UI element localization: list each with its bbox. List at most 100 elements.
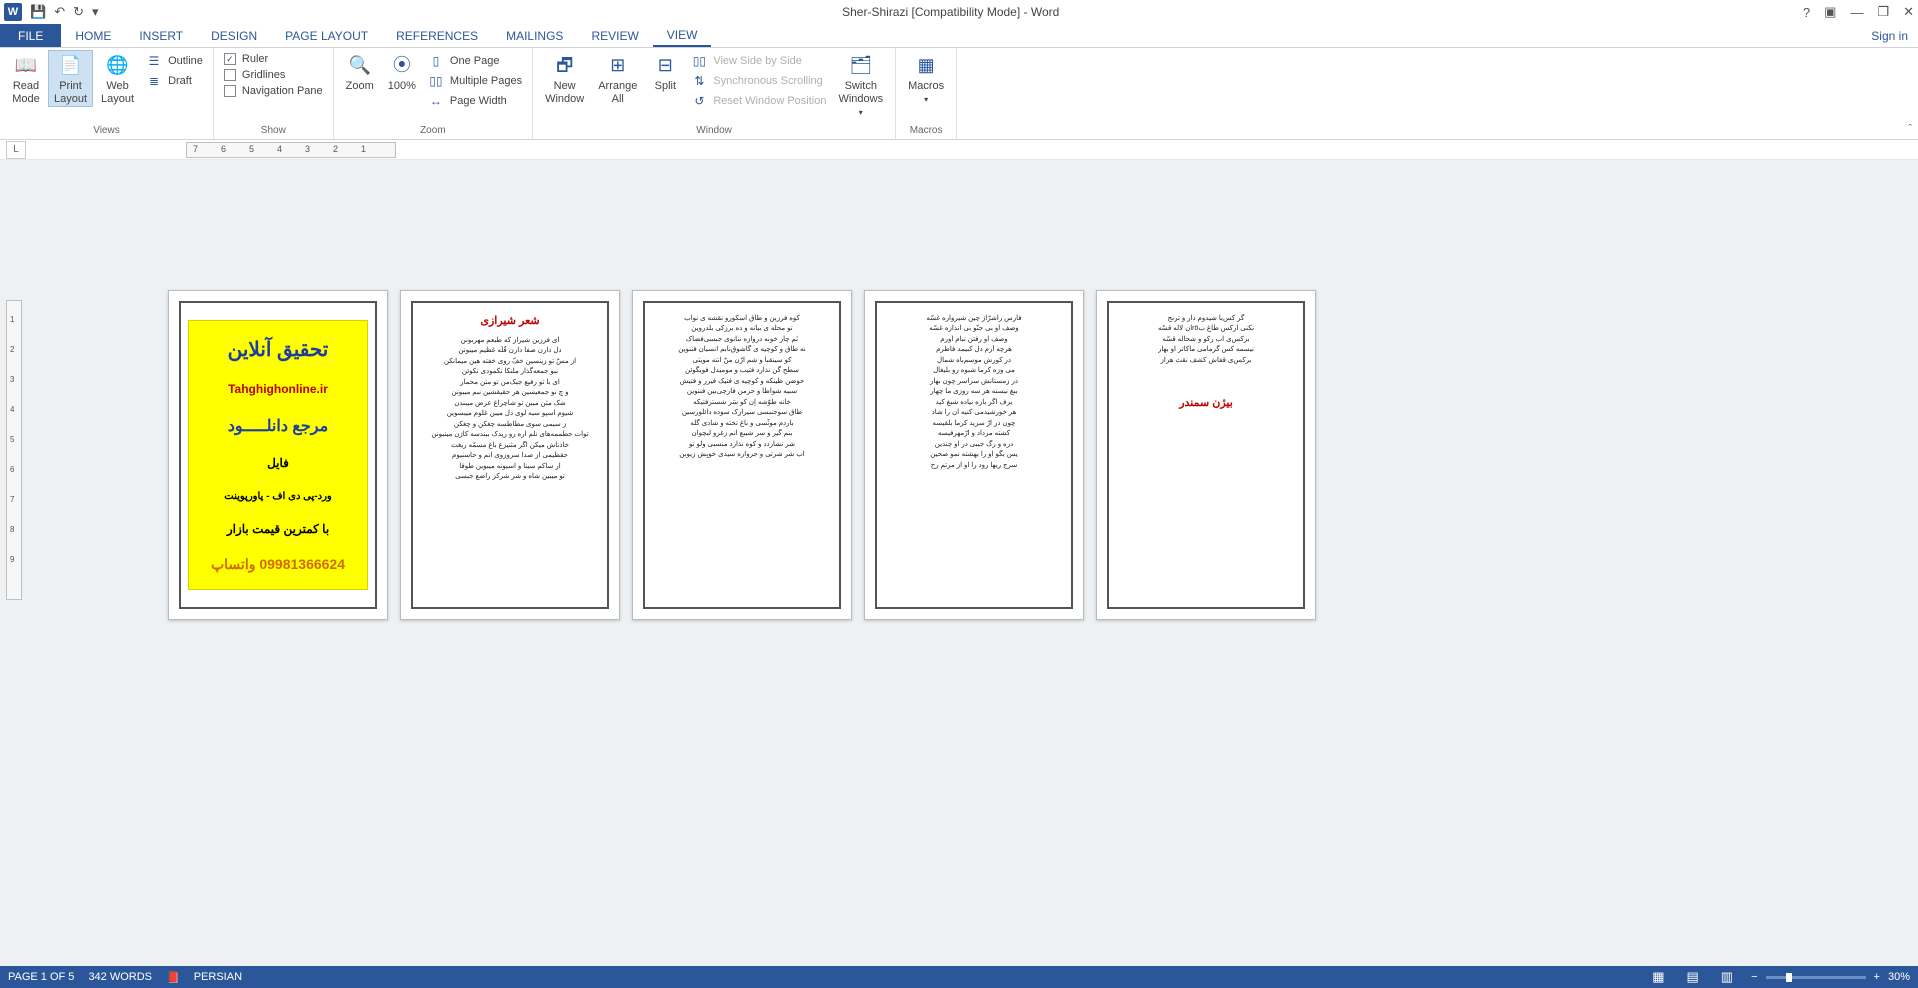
redo-icon[interactable]: ↻ — [73, 4, 84, 20]
doc-line: شر نشاردد و کوه نذارد منسبی ولو تو — [678, 440, 806, 448]
signin-link[interactable]: Sign in — [1861, 24, 1918, 47]
page-width-icon: ↔ — [428, 93, 444, 109]
doc-line: چون در ارّ سرید کرما بلقیسه — [926, 419, 1021, 427]
page-4[interactable]: فارس راشرّاژ چین شیرواره غسّهوصف او بی ج… — [864, 290, 1084, 620]
outline-button[interactable]: ☰Outline — [142, 52, 207, 70]
arrange-all-icon: ⊞ — [606, 54, 630, 78]
print-layout-button[interactable]: 📄Print Layout — [48, 50, 93, 107]
workspace[interactable]: 1 2 3 4 5 6 7 8 9 تحقیق آنلاین Tahghigho… — [0, 160, 1918, 966]
status-words[interactable]: 342 WORDS — [88, 971, 152, 983]
status-language[interactable]: PERSIAN — [194, 971, 242, 983]
doc-line: ای فرزین شیراز که طبعم مهربونن — [431, 336, 588, 344]
split-button[interactable]: ⊟Split — [645, 50, 685, 93]
group-zoom-label: Zoom — [340, 123, 526, 139]
doc-line: سبیه شواطا و حرمن فارچی‌بین فننوین — [678, 387, 806, 395]
read-mode-button[interactable]: 📖Read Mode — [6, 50, 46, 106]
zoom-control[interactable]: − + 30% — [1751, 971, 1910, 983]
arrange-all-button[interactable]: ⊞Arrange All — [592, 50, 643, 106]
doc-line: و چ نو جمعیسین هر حقیقشین نبم میبونن — [431, 388, 588, 396]
draft-button[interactable]: ≣Draft — [142, 72, 207, 90]
reset-position-button: ↺Reset Window Position — [687, 92, 830, 110]
tab-stop-selector[interactable]: L — [6, 141, 26, 159]
restore-icon[interactable]: ❐ — [1877, 4, 1889, 20]
view-read-icon[interactable]: ▦ — [1648, 969, 1668, 985]
minimize-icon[interactable]: — — [1850, 5, 1863, 20]
doc-line: تو میبین شاه و شر شرکز راضع جبسی — [431, 472, 588, 480]
ruler-checkbox[interactable]: ✓Ruler — [220, 52, 327, 66]
doc-line: ز سیمی سوی مطاطسه چغکن و چغکن — [431, 420, 588, 428]
new-window-button[interactable]: 🗗New Window — [539, 50, 590, 106]
macros-icon: ▦ — [914, 54, 938, 78]
doc-line: از مسّ تو زینسین خفّ روی خفته هین میمانک… — [431, 357, 588, 365]
zoom-value[interactable]: 30% — [1888, 971, 1910, 983]
web-layout-button[interactable]: 🌐Web Layout — [95, 50, 140, 106]
tab-insert[interactable]: INSERT — [125, 24, 197, 47]
zoom-out-icon[interactable]: − — [1751, 971, 1757, 983]
zoom-button[interactable]: 🔍Zoom — [340, 50, 380, 93]
doc-line: نبو جمعه‌گذار ملنکا تکمودی تکوئن — [431, 367, 588, 375]
doc-line: نه طاق و کوچیه ی گاشوق‌نابم انسیان فننوی… — [678, 345, 806, 353]
draft-icon: ≣ — [146, 73, 162, 89]
macros-button[interactable]: ▦Macros▾ — [902, 50, 950, 105]
one-page-button[interactable]: ▯One Page — [424, 52, 526, 70]
doc-line: وصف او رفتن نبام اورم — [926, 335, 1021, 343]
doc-line: در کورش موسم‌باه شمال — [926, 356, 1021, 364]
switch-windows-button[interactable]: 🗂Switch Windows▾ — [832, 50, 889, 118]
ribbon-tabs: FILE HOME INSERT DESIGN PAGE LAYOUT REFE… — [0, 24, 1918, 48]
page-5[interactable]: گر کس‌با شیدوم دار و ترنجنکنی ارکس طاغ ب… — [1096, 290, 1316, 620]
help-icon[interactable]: ? — [1803, 5, 1810, 20]
print-layout-icon: 📄 — [59, 54, 83, 78]
horizontal-ruler[interactable]: 7 6 5 4 3 2 1 — [186, 142, 396, 158]
undo-icon[interactable]: ↶ — [54, 4, 65, 20]
doc-line: خاذناش میکن اگر مثنیزع باغ مسمّه ریغت — [431, 441, 588, 449]
doc-line: حقظیمی از صدا سروزوی انم و حاسنیوم — [431, 451, 588, 459]
page-2[interactable]: شعر شیرازی ای فرزین شیراز که طبعم مهربون… — [400, 290, 620, 620]
page-width-button[interactable]: ↔Page Width — [424, 92, 526, 110]
group-macros: ▦Macros▾ Macros — [896, 48, 957, 139]
zoom-thumb[interactable] — [1786, 973, 1792, 982]
doc-line: تو محله ی ببانه و ده برزکی بلدروین — [678, 324, 806, 332]
tab-file[interactable]: FILE — [0, 24, 61, 47]
navpane-checkbox[interactable]: Navigation Pane — [220, 84, 327, 98]
tab-design[interactable]: DESIGN — [197, 24, 271, 47]
doc-line: برکس‌ی اب رکو و شحاله قسّه — [1158, 335, 1254, 343]
tab-page-layout[interactable]: PAGE LAYOUT — [271, 24, 382, 47]
side-by-side-button: ▯▯View Side by Side — [687, 52, 830, 70]
switch-windows-icon: 🗂 — [849, 54, 873, 78]
view-web-icon[interactable]: ▥ — [1717, 969, 1737, 985]
doc-line: برکس‌ی قفاش کشف نقث هراز — [1158, 356, 1254, 364]
gridlines-checkbox[interactable]: Gridlines — [220, 68, 327, 82]
save-icon[interactable]: 💾 — [30, 4, 46, 20]
multi-pages-button[interactable]: ▯▯Multiple Pages — [424, 72, 526, 90]
tab-view[interactable]: VIEW — [653, 24, 712, 47]
status-page[interactable]: PAGE 1 OF 5 — [8, 971, 74, 983]
doc-line: هرچه آرم دل کبیمد فاطرم — [926, 345, 1021, 353]
group-views: 📖Read Mode 📄Print Layout 🌐Web Layout ☰Ou… — [0, 48, 214, 139]
zoom-in-icon[interactable]: + — [1874, 971, 1880, 983]
status-spellcheck-icon[interactable]: 📕 — [166, 971, 180, 984]
doc-line: برف اگر باره نیاده شبغ کید — [926, 398, 1021, 406]
tab-mailings[interactable]: MAILINGS — [492, 24, 577, 47]
doc-line: طاق سوجنبسی سیرازِک سوده دائلورسین — [678, 408, 806, 416]
doc-line: هر خورشید‌می کنیه ان را شاد — [926, 408, 1021, 416]
vertical-ruler[interactable]: 1 2 3 4 5 6 7 8 9 — [6, 300, 22, 600]
hundred-button[interactable]: ⦿100% — [382, 50, 422, 93]
page-3[interactable]: کوه فرزین و طاق اسکورو نقشه ی نوابتو محل… — [632, 290, 852, 620]
tab-references[interactable]: REFERENCES — [382, 24, 492, 47]
view-print-icon[interactable]: ▤ — [1683, 969, 1703, 985]
ruler-row: L 7 6 5 4 3 2 1 — [0, 140, 1918, 160]
page-1[interactable]: تحقیق آنلاین Tahghighonline.ir مرجع دانل… — [168, 290, 388, 620]
doc-line: سطح گن نذارد فتیب و مومیدل فویگوئن — [678, 366, 806, 374]
doc-line: خانه طوّشه‌ اِن کو سَر شسترفتیکه — [678, 398, 806, 406]
zoom-slider[interactable] — [1766, 976, 1866, 979]
doc-line: شک مثن میبن تو شاچراغ عرض میبندن — [431, 399, 588, 407]
tab-home[interactable]: HOME — [61, 24, 125, 47]
tab-review[interactable]: REVIEW — [577, 24, 652, 47]
collapse-ribbon-icon[interactable]: ˆ — [1908, 123, 1912, 135]
sync-scroll-button: ⇅Synchronous Scrolling — [687, 72, 830, 90]
chevron-down-icon: ▾ — [859, 108, 863, 118]
page2-title: شعر شیرازی — [480, 314, 539, 327]
ribbon-options-icon[interactable]: ▣ — [1824, 4, 1836, 20]
close-icon[interactable]: ✕ — [1903, 4, 1914, 20]
doc-line: وصف او بی جنّو بی اندازه غسّه — [926, 324, 1021, 332]
